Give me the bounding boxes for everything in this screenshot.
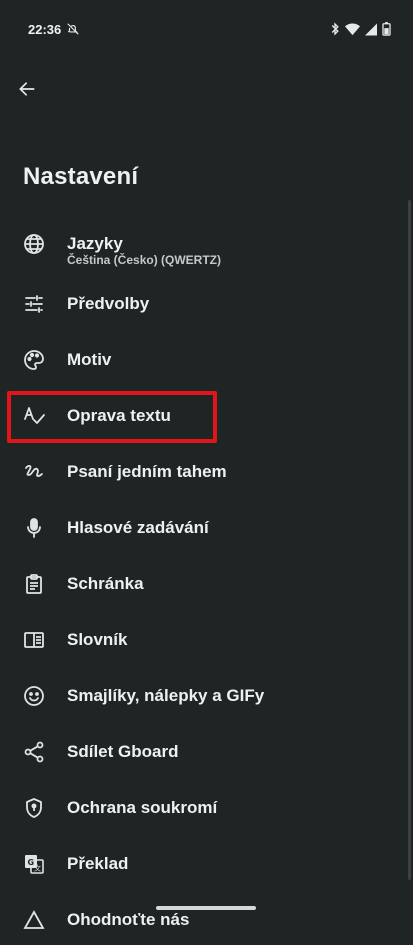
- shield-icon: [22, 796, 46, 820]
- status-time: 22:36: [28, 22, 62, 37]
- battery-icon: [382, 22, 391, 36]
- page-title: Nastavení: [23, 163, 139, 190]
- emoji-icon: [22, 684, 46, 708]
- highlight-box: [7, 391, 217, 443]
- settings-item-voice-input[interactable]: Hlasové zadávání: [0, 503, 400, 553]
- mic-icon: [22, 516, 46, 540]
- wifi-icon: [345, 23, 360, 36]
- settings-item-rate[interactable]: Ohodnoťte nás: [0, 895, 400, 945]
- settings-item-label: Psaní jedním tahem: [67, 462, 227, 481]
- settings-item-label: Předvolby: [67, 294, 150, 313]
- share-icon: [22, 740, 46, 764]
- palette-icon: [22, 348, 46, 372]
- signal-icon: [365, 23, 377, 36]
- settings-item-label: Překlad: [67, 854, 129, 873]
- settings-item-label: Schránka: [67, 574, 144, 593]
- settings-item-subtitle: Čeština (Česko) (QWERTZ): [67, 253, 222, 267]
- translate-icon: G文: [22, 852, 46, 876]
- settings-item-label: Slovník: [67, 630, 128, 649]
- gesture-icon: [22, 460, 46, 484]
- status-bar: 22:36: [0, 0, 413, 60]
- globe-icon: [22, 232, 46, 256]
- svg-text:文: 文: [34, 864, 41, 873]
- tune-icon: [22, 292, 46, 316]
- settings-item-label: Sdílet Gboard: [67, 742, 179, 761]
- settings-item-label: Ohodnoťte nás: [67, 910, 190, 929]
- settings-item-label: Ochrana soukromí: [67, 798, 218, 817]
- status-icons: [330, 22, 391, 36]
- settings-item-share[interactable]: Sdílet Gboard: [0, 727, 400, 777]
- settings-item-emoji[interactable]: Smajlíky, nálepky a GIFy: [0, 671, 400, 721]
- settings-item-preferences[interactable]: Předvolby: [0, 279, 400, 329]
- settings-item-dictionary[interactable]: Slovník: [0, 615, 400, 665]
- settings-item-translate[interactable]: G文 Překlad: [0, 839, 400, 889]
- settings-item-clipboard[interactable]: Schránka: [0, 559, 400, 609]
- scrollbar[interactable]: [408, 200, 411, 880]
- clipboard-icon: [22, 572, 46, 596]
- info-icon: [22, 908, 46, 932]
- settings-item-glide-typing[interactable]: Psaní jedním tahem: [0, 447, 400, 497]
- settings-item-label: Jazyky: [67, 234, 123, 253]
- back-button[interactable]: [10, 72, 44, 106]
- dictionary-icon: [22, 628, 46, 652]
- arrow-back-icon: [17, 79, 37, 99]
- settings-item-label: Motiv: [67, 350, 112, 369]
- home-indicator[interactable]: [156, 906, 256, 910]
- settings-item-label: Hlasové zadávání: [67, 518, 209, 537]
- bluetooth-icon: [330, 22, 340, 36]
- settings-item-privacy[interactable]: Ochrana soukromí: [0, 783, 400, 833]
- settings-item-theme[interactable]: Motiv: [0, 335, 400, 385]
- settings-item-languages[interactable]: Jazyky Čeština (Česko) (QWERTZ): [0, 216, 400, 272]
- notifications-off-icon: [66, 22, 80, 36]
- settings-item-label: Smajlíky, nálepky a GIFy: [67, 686, 265, 705]
